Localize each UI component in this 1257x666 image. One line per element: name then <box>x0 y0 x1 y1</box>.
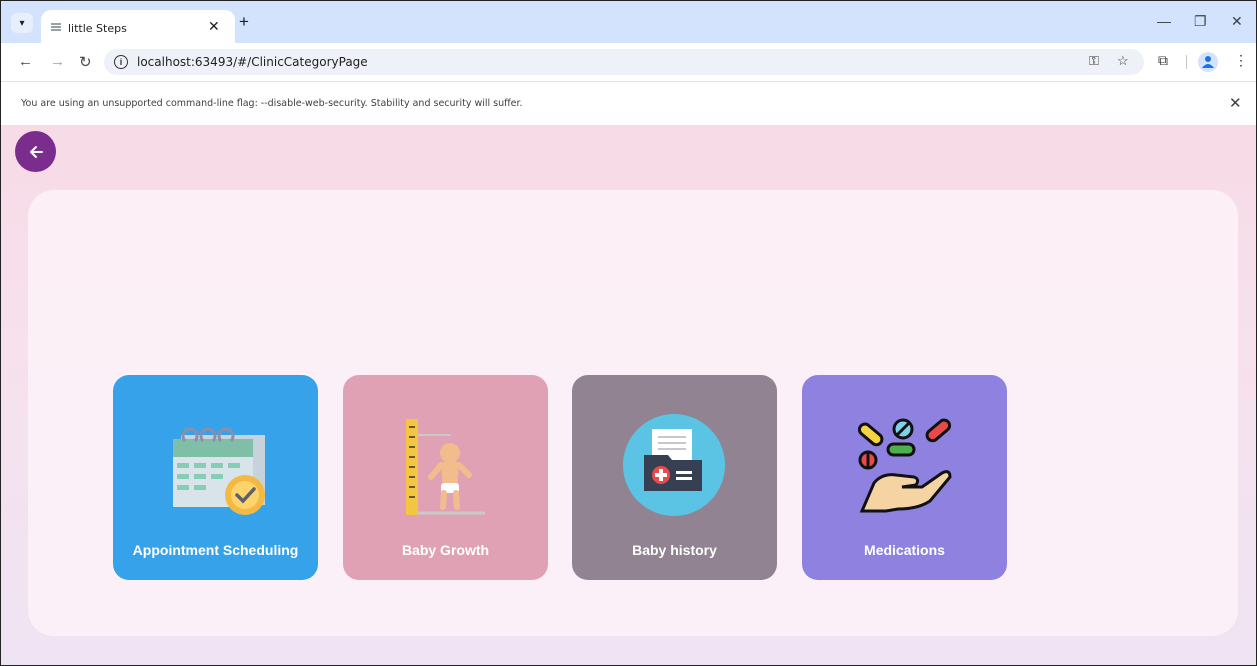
new-tab-button[interactable]: + <box>239 12 249 32</box>
tab-close-icon[interactable]: ✕ <box>208 18 220 35</box>
baby-height-icon <box>406 419 485 515</box>
calendar-clock-icon <box>173 427 265 515</box>
warning-infobar: You are using an unsupported command-lin… <box>1 81 1256 125</box>
forward-nav-icon[interactable]: → <box>50 53 65 70</box>
tab-strip: ▾ little Steps ✕ + — ❐ ✕ <box>1 1 1256 43</box>
address-bar[interactable]: i localhost:63493/#/ClinicCategoryPage ⚿… <box>104 49 1144 75</box>
infobar-message: You are using an unsupported command-lin… <box>21 98 523 109</box>
toolbar-divider <box>1186 55 1187 69</box>
medical-folder-icon <box>623 414 725 516</box>
tab-search-button[interactable]: ▾ <box>11 13 33 33</box>
site-info-icon[interactable]: i <box>114 55 128 69</box>
browser-tab[interactable]: little Steps ✕ <box>41 10 235 43</box>
browser-window: ▾ little Steps ✕ + — ❐ ✕ ← → ↻ i localho… <box>0 0 1257 666</box>
back-nav-icon[interactable]: ← <box>18 53 33 70</box>
reload-icon[interactable]: ↻ <box>79 53 92 71</box>
minimize-button[interactable]: — <box>1157 13 1171 29</box>
profile-avatar[interactable] <box>1198 52 1218 72</box>
browser-toolbar: ← → ↻ i localhost:63493/#/ClinicCategory… <box>1 43 1256 81</box>
card-label: Baby Growth <box>401 542 490 558</box>
close-window-button[interactable]: ✕ <box>1231 13 1243 30</box>
restore-button[interactable]: ❐ <box>1194 13 1207 30</box>
menu-kebab-icon[interactable]: ⋮ <box>1234 52 1248 69</box>
category-panel: Appointment Scheduling Baby Growth Baby … <box>28 190 1238 636</box>
extensions-puzzle-icon[interactable]: ⧉ <box>1158 52 1168 69</box>
card-label: Baby history <box>632 542 717 558</box>
baby-history-card[interactable]: Baby history <box>572 375 777 580</box>
appointment-scheduling-card[interactable]: Appointment Scheduling <box>113 375 318 580</box>
pills-hand-icon <box>857 418 952 513</box>
card-label: Medications <box>864 542 945 558</box>
page-favicon-icon <box>51 23 61 31</box>
url-text[interactable]: localhost:63493/#/ClinicCategoryPage <box>137 55 368 69</box>
infobar-close-icon[interactable]: ✕ <box>1229 94 1242 112</box>
password-key-icon[interactable]: ⚿ <box>1089 53 1099 69</box>
medications-card[interactable]: Medications <box>802 375 1007 580</box>
tab-title: little Steps <box>68 22 127 35</box>
clinic-category-page: Appointment Scheduling Baby Growth Baby … <box>1 125 1256 665</box>
arrow-left-icon <box>29 145 43 158</box>
card-label: Appointment Scheduling <box>132 542 299 558</box>
bookmark-star-icon[interactable]: ☆ <box>1117 53 1129 69</box>
person-icon <box>1202 56 1214 68</box>
back-button[interactable] <box>15 131 56 172</box>
baby-growth-card[interactable]: Baby Growth <box>343 375 548 580</box>
